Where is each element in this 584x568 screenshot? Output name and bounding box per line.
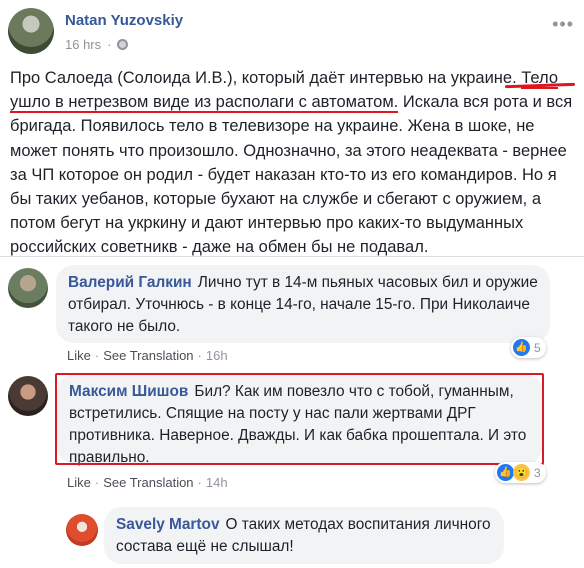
like-reaction-icon: 👍 [497, 464, 514, 481]
reaction-count[interactable]: 👍 5 [511, 337, 546, 358]
divider [0, 256, 584, 257]
separator: · [94, 475, 100, 490]
see-translation-link[interactable]: See Translation [103, 348, 193, 363]
commenter-avatar[interactable] [8, 376, 48, 416]
reaction-number: 3 [534, 465, 541, 480]
separator: · [197, 348, 202, 363]
comment-time[interactable]: 16h [206, 348, 228, 363]
reaction-count[interactable]: 👍 😮 3 [495, 462, 546, 483]
wow-reaction-icon: 😮 [513, 464, 530, 481]
like-reaction-icon: 👍 [513, 339, 530, 356]
like-link[interactable]: Like [67, 475, 91, 490]
post-author[interactable]: Natan Yuzovskiy [65, 12, 183, 29]
commenter-name[interactable]: Максим Шишов [69, 383, 188, 400]
post-text-before: Про Салоеда (Солоида И.В.), который даёт… [10, 69, 522, 87]
post-time[interactable]: 16 hrs [65, 37, 101, 52]
comment-time[interactable]: 14h [206, 475, 228, 490]
like-link[interactable]: Like [67, 348, 91, 363]
separator: · [94, 348, 100, 363]
separator: · [197, 475, 202, 490]
reply-bubble: Savely Martov О таких методах воспитания … [104, 507, 504, 564]
globe-icon [117, 39, 129, 50]
post-meta: 16 hrs · [65, 37, 129, 52]
comment-actions: Like · See Translation · 14h [67, 475, 228, 490]
comment-bubble: Валерий Галкин Лично тут в 14-м пьяных ча… [56, 265, 550, 343]
post-text-after: Искала вся рота и вся бригада. Появилось… [10, 93, 573, 257]
post-body: Про Салоеда (Солоида И.В.), который даёт… [10, 66, 576, 260]
more-options-icon[interactable]: ••• [552, 14, 574, 35]
see-translation-link[interactable]: See Translation [103, 475, 193, 490]
separator: · [107, 37, 112, 52]
commenter-name[interactable]: Валерий Галкин [68, 274, 192, 291]
comment-bubble: Максим Шишов Бил? Как им повезло что с то… [57, 374, 543, 466]
reply-avatar[interactable] [66, 514, 98, 546]
author-avatar[interactable] [8, 8, 54, 54]
comment-actions: Like · See Translation · 16h [67, 348, 228, 363]
commenter-avatar[interactable] [8, 268, 48, 308]
reaction-number: 5 [534, 340, 541, 355]
commenter-name[interactable]: Savely Martov [116, 516, 220, 533]
